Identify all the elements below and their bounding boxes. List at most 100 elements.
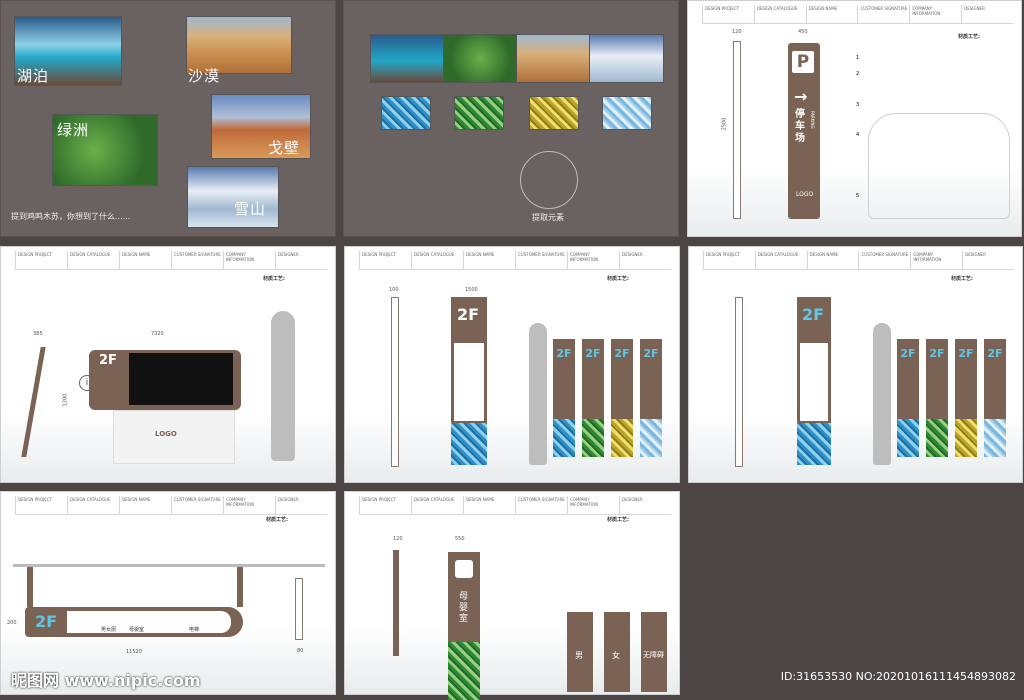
tag-lake: 2F (897, 339, 919, 457)
directory-floor-label: 2F (99, 353, 117, 368)
lake-thumb (370, 34, 445, 83)
dim-sign-width: 450 (798, 29, 808, 35)
desert-pattern (529, 96, 579, 130)
marker-2: 2 (856, 71, 860, 77)
label-gobi: 戈壁 (268, 139, 301, 157)
baby-icon (455, 560, 473, 578)
material-notes: 材质工艺: (951, 276, 973, 282)
floor-sign-label: 2F (802, 305, 825, 324)
label-desert: 沙漠 (188, 67, 221, 85)
directory-map (129, 353, 233, 405)
dim-pole: 120 (393, 536, 403, 542)
parking-arrow-icon: → (794, 87, 808, 106)
dim-pole-width: 120 (732, 29, 742, 35)
label-oasis: 绿洲 (57, 121, 90, 139)
mother-pattern (448, 642, 480, 700)
dim-width: 7320 (151, 331, 164, 337)
car-outline (868, 113, 1010, 219)
dim-side-width: 385 (33, 331, 43, 337)
oasis-pattern (454, 96, 504, 130)
hanging-item-2: 母婴室 (129, 627, 145, 633)
dim-height: 200 (7, 620, 17, 626)
tag-lake: 2F (553, 339, 575, 457)
panel-floor-sign-variant: DESIGN PROJECT DESIGN CATALOGUE DESIGN NAM… (688, 246, 1023, 483)
parking-p-icon: P (792, 51, 814, 73)
hanging-floor-label: 2F (35, 612, 58, 631)
marker-1: 1 (856, 55, 860, 61)
side-view-stand (21, 347, 46, 457)
extract-caption: 提取元素 (532, 213, 564, 222)
hanger-left (27, 567, 33, 607)
right-side-pole (295, 578, 303, 640)
tag-snow: 2F (984, 339, 1006, 457)
inspiration-caption: 提到鸡鸣木苏，你想到了什么...... (11, 212, 131, 221)
title-block: DESIGN PROJECT DESIGN CATALOGUE DESIGN NAM… (359, 251, 671, 270)
door-female-text: 女 (612, 651, 620, 660)
parking-logo: LOGO (796, 191, 814, 198)
dim-width: 1500 (465, 287, 478, 293)
parking-en: PARKING (810, 111, 815, 129)
side-pole (733, 41, 741, 219)
image-id: ID:31653530 NO:20201016111454893082 (780, 670, 1016, 683)
title-block: DESIGN PROJECT DESIGN CATALOGUE DESIGN NAM… (703, 251, 1014, 270)
side-pole (735, 297, 743, 467)
panel-hanging-sign: DESIGN PROJECT DESIGN CATALOGUE DESIGN NAM… (0, 491, 336, 695)
snow-pattern (602, 96, 652, 130)
floor-sign-pattern (797, 423, 831, 465)
door-male-text: 男 (575, 651, 583, 660)
extract-circle (520, 151, 578, 209)
title-block: DESIGN PROJECT DESIGN CATALOGUE DESIGN NAM… (359, 496, 671, 515)
panel-parking-sign: DESIGN PROJECT DESIGN CATALOGUE DESIGN NAM… (687, 0, 1022, 237)
oasis-thumb (443, 34, 518, 83)
material-notes: 材质工艺: (607, 517, 629, 523)
dim-sign-height: 2500 (721, 117, 728, 131)
panel-elements: 提取元素 (343, 0, 679, 237)
tag-oasis: 2F (926, 339, 948, 457)
watermark-logo: 昵图网 www.nipic.com (11, 671, 201, 690)
directory-logo: LOGO (155, 430, 177, 438)
tag-oasis: 2F (582, 339, 604, 457)
hanging-item-3: 电梯 (189, 627, 200, 633)
label-snow-mountain: 雪山 (234, 200, 267, 218)
panel-mother-room-sign: DESIGN PROJECT DESIGN CATALOGUE DESIGN NAM… (344, 491, 680, 700)
dim-pole: 100 (389, 287, 399, 293)
panel-floor-sign: DESIGN PROJECT DESIGN CATALOGUE DESIGN NAM… (344, 246, 680, 483)
dim-height: 1200 (62, 393, 69, 407)
floor-sign-label: 2F (457, 305, 480, 324)
dim-right: 80 (297, 648, 304, 654)
material-notes: 材质工艺: (607, 276, 629, 282)
panel-directory-sign: DESIGN PROJECT DESIGN CATALOGUE DESIGN NAM… (0, 246, 336, 483)
lake-pattern (381, 96, 431, 130)
tag-desert: 2F (611, 339, 633, 457)
label-lake: 湖泊 (17, 67, 50, 85)
desert-thumb (516, 34, 591, 83)
floor-sign-panel (454, 343, 484, 421)
dim-width: 550 (455, 536, 465, 542)
floor-sign-pattern (451, 423, 487, 465)
title-block: DESIGN PROJECT DESIGN CATALOGUE DESIGN NAM… (15, 496, 327, 515)
material-notes: 材质工艺: (266, 517, 288, 523)
side-pole (393, 550, 399, 656)
marker-3: 3 (856, 102, 860, 108)
title-block: DESIGN PROJECT DESIGN CATALOGUE DESIGN NAM… (702, 5, 1013, 24)
tag-desert: 2F (955, 339, 977, 457)
side-pole (391, 297, 399, 467)
parking-text: 停车场 (795, 109, 805, 144)
person-silhouette (271, 311, 295, 461)
material-notes: 材质工艺: (263, 276, 285, 282)
hanging-panel (67, 611, 231, 633)
material-notes: 材质工艺: (958, 34, 980, 40)
snow-thumb (589, 34, 664, 83)
marker-5: 5 (856, 193, 860, 199)
hanger-right (237, 567, 243, 607)
dim-width: 11520 (126, 649, 142, 655)
person-silhouette (529, 323, 547, 465)
mother-text: 母婴室 (459, 592, 469, 624)
tag-snow: 2F (640, 339, 662, 457)
door-accessible-text: 无障碍 (643, 651, 664, 659)
hanging-item-1: 男女厕 (101, 627, 117, 633)
ceiling-bar (13, 564, 325, 567)
panel-inspiration: 湖泊 沙漠 绿洲 戈壁 雪山 提到鸡鸣木苏，你想到了什么...... (0, 0, 336, 237)
floor-sign-panel (800, 343, 828, 421)
title-block: DESIGN PROJECT DESIGN CATALOGUE DESIGN NAM… (15, 251, 327, 270)
